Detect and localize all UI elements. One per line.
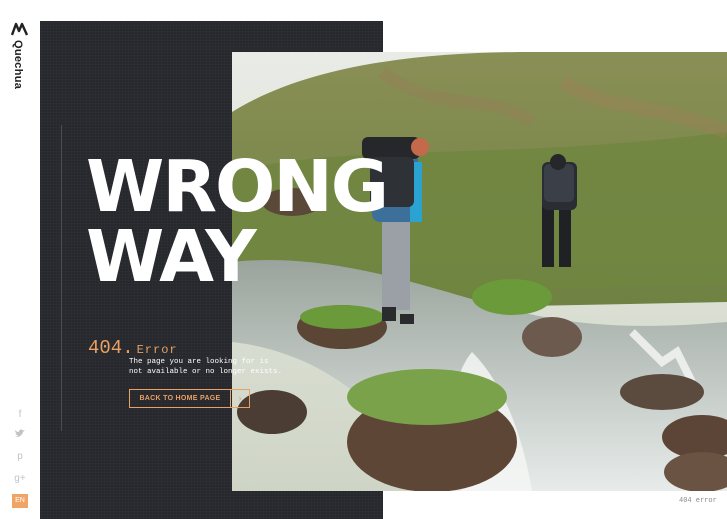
brand-name: Quechua [12,40,24,90]
quechua-logo[interactable]: Quechua [8,22,32,102]
error-number: 404. [88,337,134,359]
error-message: The page you are looking for is not avai… [129,357,289,377]
divider-line [61,125,62,431]
back-to-home-label: BACK TO HOME PAGE [139,395,221,402]
footer-error-label: 404 error [679,497,717,505]
error-message-line-1: The page you are looking for is [129,358,269,366]
headline-line-1: WRONG [86,145,389,228]
language-switch[interactable]: EN [12,494,28,508]
headline: WRONG WAY [86,145,389,298]
error-word: Error [136,343,178,357]
back-to-home-button[interactable]: BACK TO HOME PAGE › [129,389,250,408]
brand-rail: Quechua f p g+ EN [0,0,40,519]
headline-line-2: WAY [86,215,257,298]
chevron-right-icon: › [230,390,249,407]
facebook-icon[interactable]: f [11,408,29,422]
twitter-icon[interactable] [11,429,29,443]
error-message-line-2: not available or no longer exists. [129,368,283,376]
pinterest-icon[interactable]: p [11,450,29,464]
error-code: 404. Error [88,337,178,359]
googleplus-icon[interactable]: g+ [11,472,29,486]
quechua-logo-icon [11,22,29,36]
